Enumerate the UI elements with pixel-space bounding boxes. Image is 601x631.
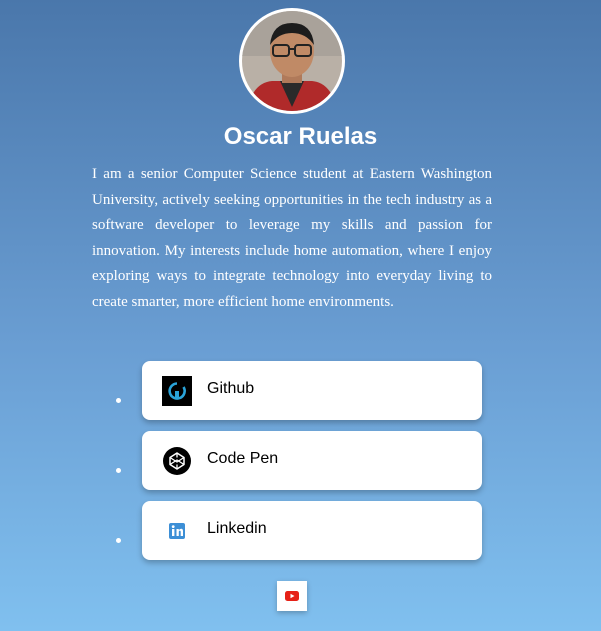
codepen-link-label: Code Pen <box>207 450 279 467</box>
list-bullet <box>116 468 121 473</box>
profile-bio: I am a senior Computer Science student a… <box>92 166 492 310</box>
youtube-icon <box>285 591 299 601</box>
youtube-link[interactable] <box>277 581 307 611</box>
list-bullet <box>116 398 121 403</box>
linkedin-link-card[interactable]: Linkedin <box>142 501 482 560</box>
profile-photo <box>242 11 342 111</box>
codepen-icon <box>162 446 192 476</box>
profile-name: Oscar Ruelas <box>223 123 378 150</box>
profile-avatar <box>239 8 345 114</box>
linkedin-icon <box>162 516 192 546</box>
codepen-link-card[interactable]: Code Pen <box>142 431 482 490</box>
github-link-card[interactable]: Github <box>142 361 482 420</box>
list-bullet <box>116 538 121 543</box>
linkedin-link-label: Linkedin <box>207 520 267 537</box>
github-link-label: Github <box>207 380 255 397</box>
github-icon <box>162 376 192 406</box>
